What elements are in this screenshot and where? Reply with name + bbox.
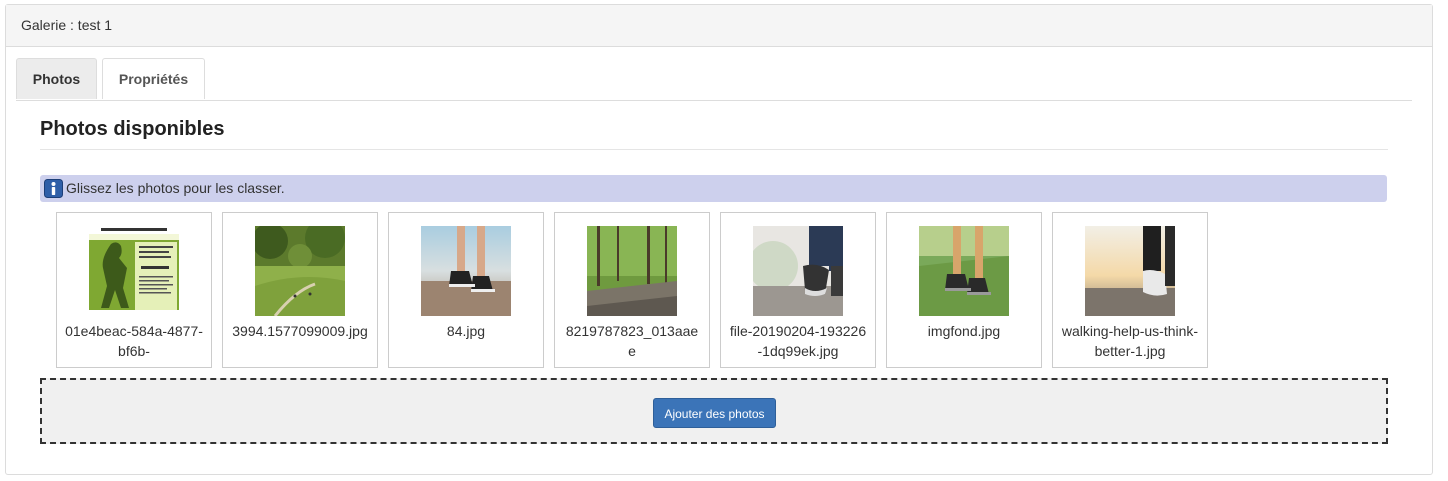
photo-filename: imgfond.jpg — [927, 323, 1001, 339]
section-title: Photos disponibles — [40, 118, 1388, 150]
add-photos-button[interactable]: Ajouter des photos — [653, 398, 776, 428]
photo-image — [1085, 226, 1175, 316]
photo-image — [421, 226, 511, 316]
upload-dropzone[interactable]: Ajouter des photos — [40, 378, 1388, 444]
photo-thumbnail[interactable]: 84.jpg — [388, 212, 544, 368]
photo-filename: 01e4beac-584a-4877-bf6b- — [65, 323, 203, 359]
photo-thumbnail[interactable]: 8219787823_013aaee — [554, 212, 710, 368]
photo-thumbnail[interactable]: 01e4beac-584a-4877-bf6b- — [56, 212, 212, 368]
photo-filename: 3994.1577099009.jpg — [232, 323, 368, 339]
info-text: Glissez les photos pour les classer. — [66, 180, 285, 196]
photo-thumbnail[interactable]: 3994.1577099009.jpg — [222, 212, 378, 368]
tab-proprietes[interactable]: Propriétés — [102, 58, 205, 99]
photo-image — [919, 226, 1009, 316]
photo-image — [587, 226, 677, 316]
photo-thumbnail[interactable]: file-20190204-193226-1dq99ek.jpg — [720, 212, 876, 368]
info-icon — [44, 179, 63, 198]
photo-filename: 8219787823_013aaee — [565, 323, 699, 359]
photo-image — [753, 226, 843, 316]
info-bar: Glissez les photos pour les classer. — [40, 175, 1387, 202]
photo-image — [255, 226, 345, 316]
photo-filename: walking-help-us-think-better-1.jpg — [1061, 323, 1199, 359]
photo-image — [89, 226, 179, 316]
photo-thumbnail[interactable]: walking-help-us-think-better-1.jpg — [1052, 212, 1208, 368]
tab-bar: Photos Propriétés — [16, 58, 1412, 101]
photo-filename: file-20190204-193226-1dq99ek.jpg — [729, 323, 867, 359]
photo-filename: 84.jpg — [446, 323, 486, 339]
panel-title: Galerie : test 1 — [6, 5, 1432, 47]
photo-thumbnail[interactable]: imgfond.jpg — [886, 212, 1042, 368]
tab-photos[interactable]: Photos — [16, 58, 97, 99]
